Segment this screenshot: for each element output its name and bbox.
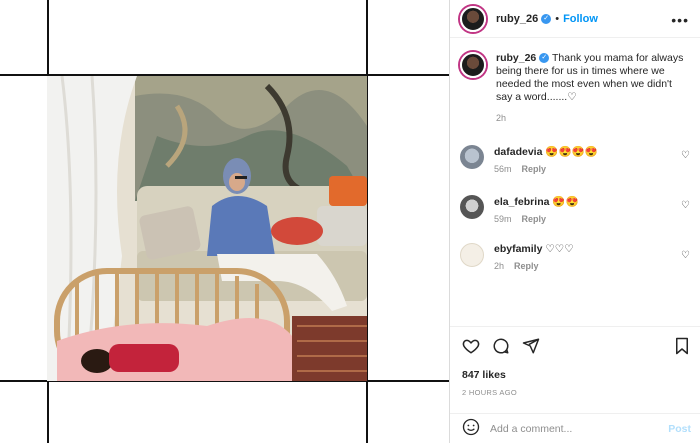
post-header: ruby_26 ✓ • Follow ••• bbox=[450, 0, 700, 38]
commenter-avatar[interactable] bbox=[460, 195, 484, 219]
caption-username[interactable]: ruby_26 bbox=[496, 52, 536, 64]
comment-username[interactable]: ela_febrina bbox=[494, 196, 549, 208]
reply-button[interactable]: Reply bbox=[514, 261, 539, 271]
comment-body: dafadevia 😍😍😍😍 56m Reply bbox=[494, 145, 598, 174]
commenter-avatar[interactable] bbox=[460, 243, 484, 267]
author-username[interactable]: ruby_26 bbox=[496, 13, 538, 25]
emoji-icon[interactable] bbox=[462, 418, 480, 441]
comment-time[interactable]: 56m bbox=[494, 164, 512, 174]
comment-time[interactable]: 59m bbox=[494, 214, 512, 224]
comment-like-icon[interactable]: ♡ bbox=[681, 200, 690, 211]
heart-icon[interactable] bbox=[462, 337, 480, 360]
caption-body: ruby_26 ✓ Thank you mama for always being… bbox=[496, 52, 686, 125]
post-actions: 847 likes 2 HOURS AGO Post bbox=[450, 326, 700, 443]
caption-author-avatar[interactable] bbox=[460, 52, 486, 78]
commenter-avatar[interactable] bbox=[460, 145, 484, 169]
post-detail-panel: ruby_26 ✓ • Follow ••• ruby_26 ✓ Thank yo… bbox=[449, 0, 700, 443]
comment-item: ela_febrina 😍😍 59m Reply bbox=[460, 195, 700, 224]
caption-verified-badge-icon: ✓ bbox=[539, 53, 550, 64]
comment-item: ebyfamily ♡♡♡ 2h Reply bbox=[460, 243, 700, 271]
author-avatar[interactable] bbox=[460, 5, 486, 32]
comment-text: 😍😍😍😍 bbox=[545, 146, 598, 158]
instagram-post-view: ruby_26 ✓ • Follow ••• ruby_26 ✓ Thank yo… bbox=[0, 0, 700, 443]
more-options-icon[interactable]: ••• bbox=[671, 12, 689, 28]
comment-input[interactable] bbox=[490, 423, 650, 435]
bookmark-icon[interactable] bbox=[674, 337, 690, 360]
comment-like-icon[interactable]: ♡ bbox=[681, 250, 690, 261]
caption-time[interactable]: 2h bbox=[496, 112, 686, 125]
post-media-area bbox=[0, 0, 449, 443]
comment-text: ♡♡♡ bbox=[545, 243, 574, 255]
follow-button[interactable]: Follow bbox=[563, 13, 598, 25]
add-comment-bar: Post bbox=[450, 413, 700, 443]
comment-username[interactable]: ebyfamily bbox=[494, 243, 542, 255]
share-icon[interactable] bbox=[522, 337, 540, 360]
post-comment-button[interactable]: Post bbox=[668, 423, 691, 435]
reply-button[interactable]: Reply bbox=[522, 214, 547, 224]
comment-username[interactable]: dafadevia bbox=[494, 146, 542, 158]
comment-time[interactable]: 2h bbox=[494, 261, 504, 271]
like-count[interactable]: 847 likes bbox=[462, 369, 506, 381]
comment-text: 😍😍 bbox=[552, 196, 579, 208]
reply-button[interactable]: Reply bbox=[522, 164, 547, 174]
comment-body: ela_febrina 😍😍 59m Reply bbox=[494, 195, 579, 224]
post-caption: ruby_26 ✓ Thank you mama for always being… bbox=[460, 52, 695, 125]
header-separator: • bbox=[555, 12, 560, 25]
comment-like-icon[interactable]: ♡ bbox=[681, 150, 690, 161]
comment-icon[interactable] bbox=[492, 337, 510, 360]
comment-body: ebyfamily ♡♡♡ 2h Reply bbox=[494, 243, 574, 271]
photo-illustration bbox=[47, 76, 367, 381]
comment-item: dafadevia 😍😍😍😍 56m Reply bbox=[460, 145, 700, 174]
post-timestamp[interactable]: 2 HOURS AGO bbox=[462, 388, 517, 397]
verified-badge-icon: ✓ bbox=[541, 13, 552, 24]
post-photo[interactable] bbox=[47, 76, 367, 381]
